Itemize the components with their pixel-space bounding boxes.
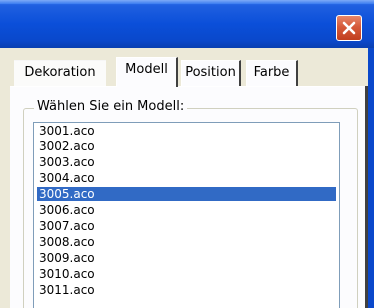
- list-item[interactable]: 3004.aco: [37, 171, 336, 185]
- list-item[interactable]: 3003.aco: [37, 155, 336, 169]
- list-item[interactable]: 3009.aco: [37, 251, 336, 265]
- tab-modell[interactable]: Modell: [116, 57, 178, 87]
- close-icon: [342, 21, 356, 35]
- list-item[interactable]: 3008.aco: [37, 235, 336, 249]
- list-item[interactable]: 3006.aco: [37, 203, 336, 217]
- tab-position[interactable]: Position: [181, 60, 241, 86]
- title-bar[interactable]: [0, 0, 374, 48]
- title-bar-highlight: [0, 0, 374, 4]
- list-item[interactable]: 3007.aco: [37, 219, 336, 233]
- tab-dekoration[interactable]: Dekoration: [14, 60, 106, 86]
- tab-panel-shadow: [365, 86, 368, 308]
- list-item[interactable]: 3011.aco: [37, 283, 336, 297]
- list-item-selected[interactable]: 3005.aco: [37, 187, 336, 201]
- tab-farbe[interactable]: Farbe: [246, 60, 298, 86]
- list-item[interactable]: 3001.aco: [37, 124, 336, 138]
- list-item[interactable]: 3002.aco: [37, 139, 336, 153]
- list-item[interactable]: 3010.aco: [37, 267, 336, 281]
- model-listbox[interactable]: 3001.aco 3002.aco 3003.aco 3004.aco 3005…: [33, 122, 340, 308]
- close-button[interactable]: [336, 15, 362, 41]
- window-frame-right: [368, 48, 374, 308]
- model-group-label: Wählen Sie ein Modell:: [34, 98, 188, 116]
